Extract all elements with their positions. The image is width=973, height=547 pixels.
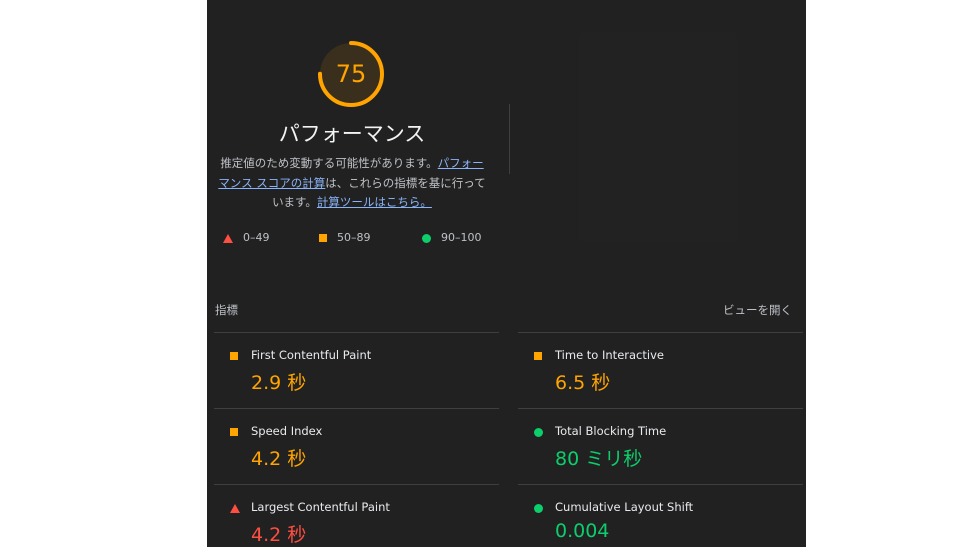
metric-name: Cumulative Layout Shift bbox=[555, 500, 694, 514]
metrics-column-left: First Contentful Paint 2.9 秒 Speed Index… bbox=[214, 332, 499, 547]
legend-label: 50–89 bbox=[337, 231, 371, 244]
description-text: 推定値のため変動する可能性があります。 bbox=[220, 156, 438, 170]
metric-first-contentful-paint: First Contentful Paint 2.9 秒 bbox=[214, 332, 499, 408]
metrics-heading: 指標 bbox=[215, 303, 238, 317]
metric-name: Speed Index bbox=[251, 424, 323, 438]
legend-item-pass: 90–100 bbox=[422, 230, 482, 246]
red-triangle-icon bbox=[230, 504, 240, 513]
metric-speed-index: Speed Index 4.2 秒 bbox=[214, 408, 499, 484]
metric-name: First Contentful Paint bbox=[251, 348, 372, 362]
metric-name: Total Blocking Time bbox=[555, 424, 667, 438]
orange-square-icon bbox=[534, 352, 542, 360]
metric-value: 4.2 秒 bbox=[251, 448, 307, 470]
performance-score-gauge: 75 bbox=[317, 40, 385, 108]
metric-total-blocking-time: Total Blocking Time 80 ミリ秒 bbox=[518, 408, 803, 484]
orange-square-icon bbox=[319, 234, 327, 242]
metric-name: Largest Contentful Paint bbox=[251, 500, 390, 514]
metric-name: Time to Interactive bbox=[555, 348, 664, 362]
lighthouse-report-panel: 75 パフォーマンス 推定値のため変動する可能性があります。パフォーマンス スコ… bbox=[207, 0, 806, 547]
orange-square-icon bbox=[230, 352, 238, 360]
red-triangle-icon bbox=[223, 233, 233, 243]
metric-time-to-interactive: Time to Interactive 6.5 秒 bbox=[518, 332, 803, 408]
metric-value: 4.2 秒 bbox=[251, 524, 307, 546]
metric-value: 0.004 bbox=[555, 520, 610, 542]
score-value: 75 bbox=[335, 60, 367, 88]
metric-value: 6.5 秒 bbox=[555, 372, 611, 394]
orange-square-icon bbox=[230, 428, 238, 436]
legend-item-average: 50–89 bbox=[319, 230, 371, 246]
metric-cumulative-layout-shift: Cumulative Layout Shift 0.004 bbox=[518, 484, 803, 547]
category-title: パフォーマンス bbox=[278, 122, 426, 146]
metrics-column-right: Time to Interactive 6.5 秒 Total Blocking… bbox=[518, 332, 803, 547]
legend-item-fail: 0–49 bbox=[223, 230, 270, 246]
vertical-divider bbox=[509, 104, 510, 174]
green-circle-icon bbox=[422, 233, 431, 243]
calculator-link[interactable]: 計算ツールはこちら。 bbox=[317, 195, 432, 209]
green-circle-icon bbox=[534, 504, 543, 513]
screenshot-placeholder bbox=[579, 32, 737, 242]
expand-view-toggle[interactable]: ビューを開く bbox=[723, 302, 792, 318]
metric-largest-contentful-paint: Largest Contentful Paint 4.2 秒 bbox=[214, 484, 499, 547]
metric-value: 2.9 秒 bbox=[251, 372, 307, 394]
legend-label: 0–49 bbox=[243, 231, 270, 244]
score-description: 推定値のため変動する可能性があります。パフォーマンス スコアの計算は、これらの指… bbox=[217, 154, 487, 213]
green-circle-icon bbox=[534, 428, 543, 437]
legend-label: 90–100 bbox=[441, 231, 482, 244]
metric-value: 80 ミリ秒 bbox=[555, 448, 643, 470]
